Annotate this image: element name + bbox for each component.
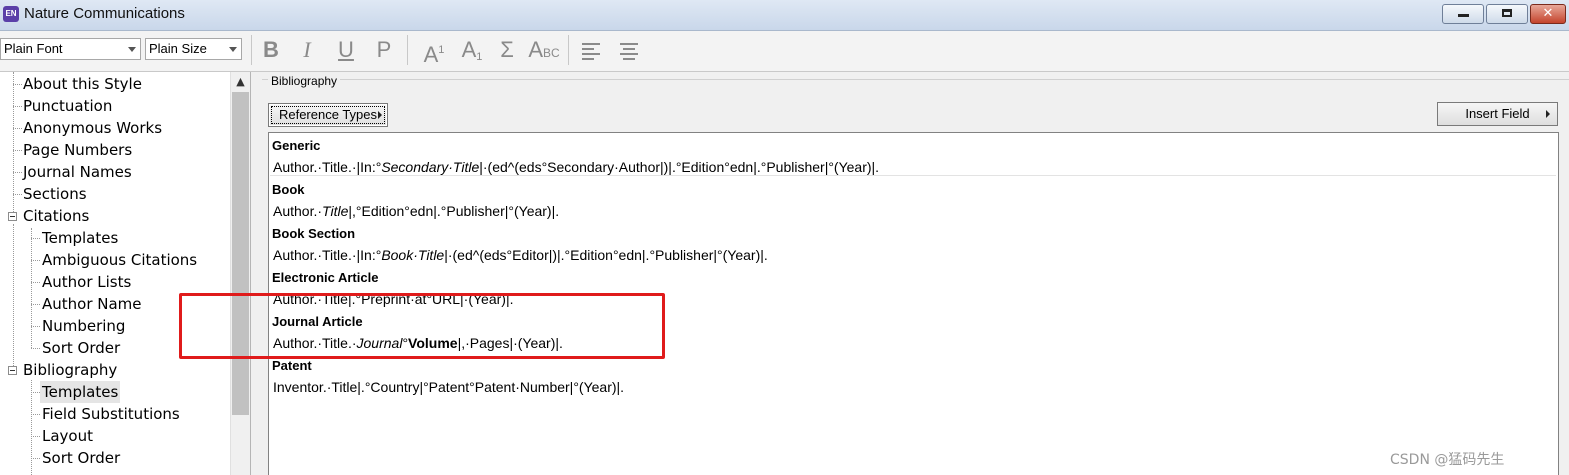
- template-name-patent: Patent: [272, 358, 312, 373]
- bold-button[interactable]: B: [259, 35, 283, 65]
- maximize-button[interactable]: [1486, 4, 1528, 24]
- watermark: CSDN @猛码先生: [1390, 452, 1505, 468]
- collapse-bibliography-icon[interactable]: [8, 366, 17, 375]
- template-name-generic: Generic: [272, 138, 321, 153]
- group-label: Bibliography: [268, 74, 341, 88]
- chevron-right-icon: [1546, 110, 1550, 118]
- sigma-icon: Σ: [500, 37, 514, 62]
- subscript-button[interactable]: A1: [456, 35, 488, 65]
- tree-item-numbering[interactable]: Numbering: [42, 315, 125, 337]
- close-button[interactable]: ✕: [1530, 4, 1566, 24]
- underline-button[interactable]: U: [334, 35, 358, 65]
- template-name-book-section: Book Section: [272, 226, 356, 241]
- superscript-icon: A: [423, 42, 439, 67]
- insert-field-label: Insert Field: [1465, 106, 1530, 121]
- reference-types-label: Reference Types: [278, 107, 378, 122]
- tree-item-page-numbers[interactable]: Page Numbers: [23, 139, 132, 161]
- tree-item-sections[interactable]: Sections: [23, 183, 87, 205]
- minimize-button[interactable]: [1442, 4, 1484, 24]
- align-center-button[interactable]: [620, 43, 638, 63]
- template-text-patent[interactable]: Inventor.·Title|.°Country|°Patent°Patent…: [273, 377, 624, 397]
- template-text-book[interactable]: Author.·Title|,°Edition°edn|.°Publisher|…: [273, 201, 559, 221]
- close-icon: ✕: [1542, 6, 1554, 21]
- small-caps-icon: A: [528, 37, 543, 62]
- highlight-annotation: [179, 293, 665, 359]
- plain-button[interactable]: P: [372, 35, 396, 65]
- tree-item-field-substitutions[interactable]: Field Substitutions: [42, 403, 180, 425]
- font-select[interactable]: Plain Font: [0, 38, 141, 60]
- tree-item-journal-names[interactable]: Journal Names: [23, 161, 132, 183]
- font-select-value: Plain Font: [4, 41, 63, 56]
- reference-types-button[interactable]: Reference Types: [268, 103, 388, 127]
- italic-button[interactable]: I: [296, 35, 318, 65]
- toolbar-separator: [407, 35, 408, 65]
- scrollbar-thumb[interactable]: [232, 92, 249, 415]
- toolbar-separator: [568, 35, 569, 65]
- tree-item-bibliography[interactable]: Bibliography: [23, 359, 117, 381]
- template-text-generic[interactable]: Author.·Title.·|In:°Secondary·Title|·(ed…: [273, 157, 879, 177]
- tree-item-citation-templates[interactable]: Templates: [42, 227, 118, 249]
- tree-item-layout[interactable]: Layout: [42, 425, 93, 447]
- small-caps-button[interactable]: ABC: [526, 35, 562, 65]
- tree-item-author-name[interactable]: Author Name: [42, 293, 142, 315]
- chevron-down-icon: [128, 47, 136, 52]
- superscript-button[interactable]: A1: [418, 35, 450, 67]
- tree-item-punctuation[interactable]: Punctuation: [23, 95, 112, 117]
- template-text-book-section[interactable]: Author.·Title.·|In:°Book·Title|·(ed^(eds…: [273, 245, 768, 265]
- tree-item-about[interactable]: About this Style: [23, 73, 142, 95]
- toolbar-separator: [251, 35, 252, 65]
- bibliography-panel: Bibliography Reference Types Insert Fiel…: [256, 72, 1569, 475]
- size-select[interactable]: Plain Size: [145, 38, 242, 60]
- tree-item-author-lists[interactable]: Author Lists: [42, 271, 131, 293]
- chevron-down-icon: [229, 47, 237, 52]
- maximize-icon: [1502, 9, 1512, 17]
- window-title: Nature Communications: [24, 5, 185, 22]
- align-left-button[interactable]: [582, 43, 600, 63]
- tree-item-citations[interactable]: Citations: [23, 205, 89, 227]
- symbol-button[interactable]: Σ: [494, 35, 520, 65]
- insert-field-button[interactable]: Insert Field: [1437, 102, 1558, 126]
- title-bar: EN Nature Communications ✕: [0, 0, 1569, 31]
- style-tree: About this Style Punctuation Anonymous W…: [0, 72, 251, 475]
- tree-scrollbar[interactable]: ▲: [230, 72, 250, 475]
- format-toolbar: Plain Font Plain Size B I U P A1 A1 Σ AB…: [0, 31, 1569, 72]
- scroll-up-icon[interactable]: ▲: [231, 74, 250, 90]
- collapse-citations-icon[interactable]: [8, 212, 17, 221]
- chevron-right-icon: [378, 111, 382, 119]
- endnote-app-icon: EN: [3, 6, 19, 22]
- tree-item-bibliography-sort-order[interactable]: Sort Order: [42, 447, 120, 469]
- template-name-book: Book: [272, 182, 305, 197]
- size-select-value: Plain Size: [149, 41, 207, 56]
- tree-item-bibliography-templates[interactable]: Templates: [40, 381, 121, 403]
- tree-item-citation-sort-order[interactable]: Sort Order: [42, 337, 120, 359]
- tree-item-anonymous-works[interactable]: Anonymous Works: [23, 117, 162, 139]
- template-name-electronic-article: Electronic Article: [272, 270, 379, 285]
- minimize-icon: [1457, 14, 1469, 17]
- tree-item-ambiguous-citations[interactable]: Ambiguous Citations: [42, 249, 197, 271]
- subscript-icon: A: [461, 37, 477, 62]
